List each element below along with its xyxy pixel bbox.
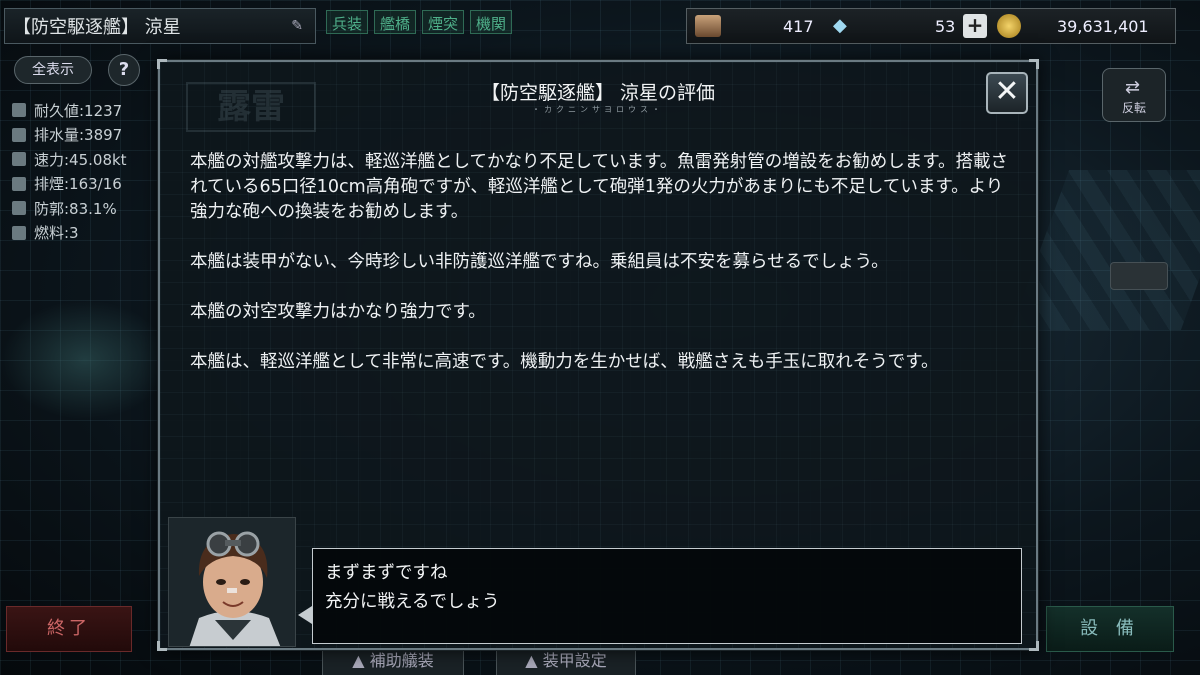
durability-icon [12, 103, 26, 118]
category-tabs: 兵装 艦橋 煙突 機関 [326, 10, 513, 34]
flip-icon: ⇄ [1125, 77, 1141, 98]
evaluation-text: 本艦の対艦攻撃力は、軽巡洋艦としてかなり不足しています。魚雷発射管の増設をお勧め… [190, 150, 1020, 400]
armor-settings-button[interactable]: ▲ 装甲設定 [496, 646, 636, 675]
help-button[interactable]: ? [108, 54, 140, 86]
ship-stats: 耐久値:1237 排水量:3897 速力:45.08kt 排煙:163/16 防… [12, 98, 127, 245]
gem-count: 53 [935, 17, 956, 36]
coin-count: 39,631,401 [1057, 17, 1149, 36]
shield-icon [12, 201, 26, 216]
ship-name: 【防空駆逐艦】 涼星 [13, 17, 181, 38]
tab-bridge[interactable]: 艦橋 [374, 10, 417, 34]
stat-durability: 耐久値:1237 [12, 98, 127, 123]
character-portrait [168, 517, 296, 647]
background-glow [0, 300, 170, 420]
end-button[interactable]: 終了 [6, 606, 132, 652]
corner-ornament [157, 59, 167, 69]
dialogue-line: 充分に戦えるでしょう [325, 592, 500, 612]
equip-button[interactable]: 設 備 [1046, 606, 1174, 652]
close-button[interactable]: ✕ [986, 72, 1028, 114]
speech-bubble-tail [298, 606, 312, 624]
evaluation-paragraph: 本艦は装甲がない、今時珍しい非防護巡洋艦ですね。乗組員は不安を募らせるでしょう。 [190, 252, 889, 272]
speed-icon [12, 152, 26, 167]
evaluation-paragraph: 本艦は、軽巡洋艦として非常に高速です。機動力を生かせば、戦艦さえも手玉に取れそう… [190, 352, 939, 372]
speech-bubble[interactable]: まずまずですね 充分に戦えるでしょう [312, 548, 1022, 644]
fuel-count: 417 [783, 17, 814, 36]
tab-engine[interactable]: 機関 [470, 10, 513, 34]
corner-ornament [1029, 59, 1039, 69]
tab-weapons[interactable]: 兵装 [326, 10, 369, 34]
stat-displacement: 排水量:3897 [12, 123, 127, 148]
show-all-button[interactable]: 全表示 [14, 56, 92, 84]
dialogue-line: まずまずですね [325, 563, 448, 583]
dialog-title: 【防空駆逐艦】 涼星の評価 [480, 82, 716, 104]
tab-funnel[interactable]: 煙突 [422, 10, 465, 34]
flip-button[interactable]: ⇄ 反転 [1102, 68, 1166, 122]
pencil-icon[interactable]: ✎ [291, 18, 303, 34]
corner-ornament [157, 641, 167, 651]
stat-armor: 防郭:83.1% [12, 196, 127, 221]
corner-ornament [1029, 641, 1039, 651]
fuel-icon [12, 225, 26, 240]
material-icon [695, 15, 721, 37]
diamond-icon: ◆ [833, 15, 847, 36]
resource-bar: 417 ◆ 53 + 39,631,401 [686, 8, 1176, 44]
smoke-icon [12, 176, 26, 191]
evaluation-paragraph: 本艦の対艦攻撃力は、軽巡洋艦としてかなり不足しています。魚雷発射管の増設をお勧め… [190, 152, 1008, 222]
ship-name-bar[interactable]: 【防空駆逐艦】 涼星 ✎ [4, 8, 316, 44]
camera-icon[interactable] [1110, 262, 1168, 290]
coin-icon [997, 14, 1021, 38]
stat-fuel: 燃料:3 [12, 221, 127, 246]
evaluation-paragraph: 本艦の対空攻撃力はかなり強力です。 [190, 302, 486, 322]
character-portrait-art [169, 518, 295, 646]
dialog-subtitle: ・カクニンサヨロウス・ [532, 105, 664, 114]
aux-equipment-button[interactable]: ▲ 補助艤装 [322, 646, 464, 675]
add-gems-button[interactable]: + [963, 14, 987, 38]
displacement-icon [12, 127, 26, 142]
stat-smoke: 排煙:163/16 [12, 172, 127, 197]
stat-speed: 速力:45.08kt [12, 147, 127, 172]
